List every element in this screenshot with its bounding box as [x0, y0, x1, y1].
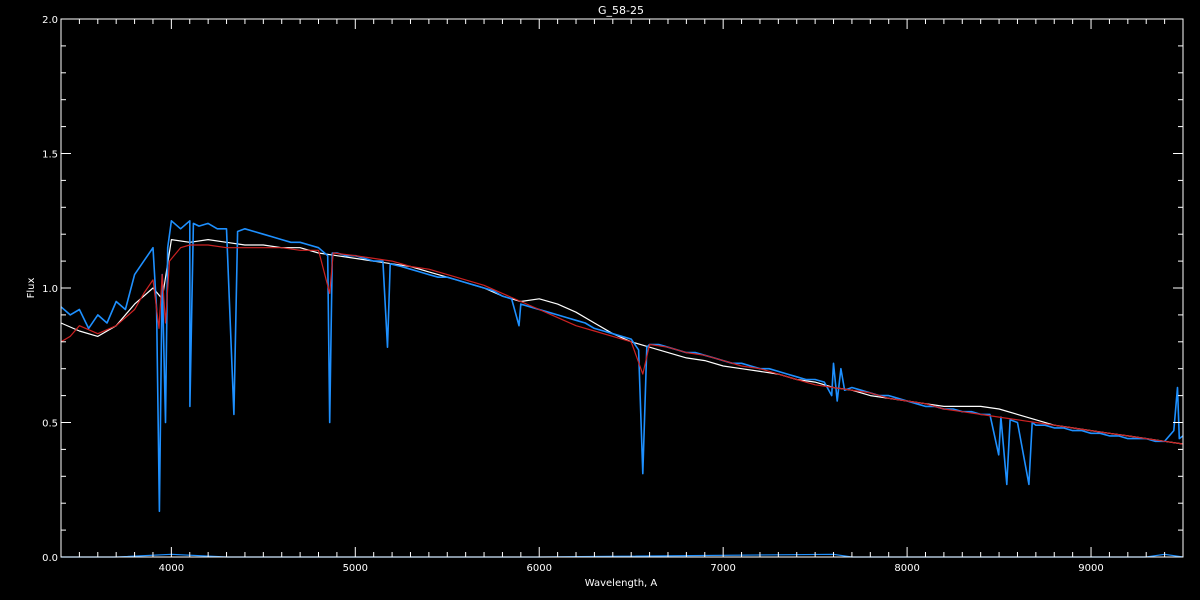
y-tick-label: 2.0 [42, 15, 58, 26]
y-tick-label: 0.5 [42, 419, 58, 430]
x-tick-label: 5000 [343, 563, 368, 574]
x-tick-label: 6000 [527, 563, 552, 574]
x-tick-label: 7000 [710, 563, 735, 574]
y-axis-label: Flux [26, 278, 37, 299]
y-tick-label: 1.5 [42, 150, 58, 161]
spectrum-chart: G_58-25 4000 5000 6000 7000 8000 9000 0.0 0.5 1.… [0, 0, 1200, 600]
chart-background [0, 0, 1200, 600]
x-axis-label: Wavelength, A [585, 578, 658, 589]
chart-title: G_58-25 [598, 4, 644, 17]
y-tick-label: 0.0 [42, 553, 58, 564]
x-tick-label: 9000 [1078, 563, 1103, 574]
y-tick-label: 1.0 [42, 284, 58, 295]
x-tick-label: 4000 [159, 563, 184, 574]
x-tick-label: 8000 [894, 563, 919, 574]
